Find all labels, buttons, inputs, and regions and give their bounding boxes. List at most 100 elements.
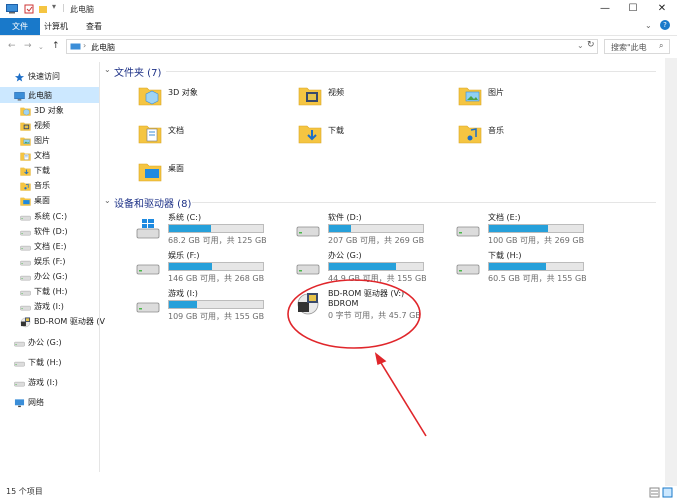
sidebar-item-label: 办公 (G:) xyxy=(28,338,62,347)
maximize-button[interactable]: ☐ xyxy=(618,0,648,18)
computer-icon xyxy=(14,91,25,101)
sidebar-item-label: 3D 对象 xyxy=(34,106,64,115)
sidebar-item[interactable]: 图片 xyxy=(20,134,50,148)
recent-dropdown-icon[interactable]: ⌄ xyxy=(38,43,44,51)
navigation-pane: 快速访问此电脑 3D 对象视频图片文档下载音乐桌面系统 (C:) 软件 (D:) 文档… xyxy=(0,62,105,472)
drive-icon xyxy=(20,257,31,266)
sidebar-item[interactable]: 音乐 xyxy=(20,179,50,193)
drive-icon xyxy=(20,227,31,236)
network-icon xyxy=(14,398,25,408)
details-view-icon[interactable] xyxy=(649,487,660,499)
quick-access-dropdown-icon[interactable]: ▾ xyxy=(52,2,56,11)
sidebar-item[interactable]: 软件 (D:) xyxy=(20,225,68,239)
drive-icon xyxy=(14,378,25,387)
sidebar-item[interactable]: 3D 对象 xyxy=(20,104,64,118)
status-bar: 15 个项目 xyxy=(0,486,677,500)
sidebar-item[interactable]: BD-ROM 驱动器 (V xyxy=(20,315,105,329)
sidebar-item[interactable]: 下载 (H:) xyxy=(20,285,68,299)
ribbon-expand-icon[interactable]: ⌄ xyxy=(645,21,652,30)
sidebar-item-label: 下载 (H:) xyxy=(34,287,68,296)
sidebar-item[interactable]: 游戏 (I:) xyxy=(14,376,58,390)
app-computer-icon xyxy=(6,4,18,16)
address-chevron-icon: › xyxy=(83,41,87,50)
title-separator: | xyxy=(62,3,65,12)
content-pane: ⌄ 文件夹 (7) 3D 对象 视频 图片 文档 下载 音乐 桌面 ⌄ 设备和驱动器 (8)… xyxy=(100,58,665,472)
back-arrow-icon[interactable]: ← xyxy=(8,41,16,51)
drive-icon xyxy=(20,212,31,221)
title-bar: ▾ | 此电脑 — ☐ ✕ xyxy=(0,0,677,18)
quick-access-properties-icon[interactable] xyxy=(24,4,34,16)
sidebar-item[interactable]: 视频 xyxy=(20,119,50,133)
sidebar-item[interactable]: 下载 (H:) xyxy=(14,356,62,370)
address-dropdown-icon[interactable]: ⌄ xyxy=(577,41,584,50)
sidebar-item[interactable]: 快速访问 xyxy=(14,70,60,84)
minimize-button[interactable]: — xyxy=(590,0,620,18)
star-icon xyxy=(14,72,25,82)
annotation-ellipse xyxy=(287,279,421,349)
sidebar-item-label: 文档 (E:) xyxy=(34,242,67,251)
sidebar-item[interactable]: 桌面 xyxy=(20,194,50,208)
document-icon xyxy=(20,151,31,161)
picture-icon xyxy=(20,136,31,146)
3d-objects-icon xyxy=(20,106,31,116)
download-icon xyxy=(20,166,31,176)
sidebar-item-label: 快速访问 xyxy=(28,72,60,81)
sidebar-item[interactable]: 游戏 (I:) xyxy=(20,300,64,314)
address-computer-icon xyxy=(70,43,81,53)
up-arrow-icon[interactable]: ↑ xyxy=(52,41,60,51)
tiles-view-icon[interactable] xyxy=(662,487,673,499)
sidebar-item[interactable]: 系统 (C:) xyxy=(20,210,67,224)
sidebar-item-label: 办公 (G:) xyxy=(34,272,68,281)
sidebar-item[interactable]: 办公 (G:) xyxy=(14,336,62,350)
sidebar-item-label: BD-ROM 驱动器 (V xyxy=(34,317,105,326)
tab-view[interactable]: 查看 xyxy=(78,18,110,35)
sidebar-item[interactable]: 文档 (E:) xyxy=(20,240,67,254)
quick-access-newfolder-icon[interactable] xyxy=(38,4,48,16)
tab-file[interactable]: 文件 xyxy=(0,18,40,35)
close-button[interactable]: ✕ xyxy=(647,0,677,18)
refresh-icon[interactable]: ↻ xyxy=(587,40,595,50)
sidebar-item-label: 文档 xyxy=(34,151,50,160)
address-input[interactable]: › 此电脑 ⌄ ↻ xyxy=(66,39,598,54)
sidebar-item-label: 娱乐 (F:) xyxy=(34,257,66,266)
music-icon xyxy=(20,181,31,191)
sidebar-item[interactable]: 下载 xyxy=(20,164,50,178)
bdrom-icon xyxy=(20,317,31,328)
sidebar-item[interactable]: 办公 (G:) xyxy=(20,270,68,284)
sidebar-item-label: 游戏 (I:) xyxy=(28,378,58,387)
item-count: 15 个项目 xyxy=(6,487,43,496)
sidebar-item[interactable]: 文档 xyxy=(20,149,50,163)
annotation-arrow-head xyxy=(374,352,387,366)
forward-arrow-icon[interactable]: → xyxy=(24,41,32,51)
video-icon xyxy=(20,121,31,131)
sidebar-item-label: 系统 (C:) xyxy=(34,212,68,221)
sidebar-item-label: 图片 xyxy=(34,136,50,145)
address-path: 此电脑 xyxy=(91,43,115,52)
sidebar-item-label: 此电脑 xyxy=(28,91,52,100)
tab-computer[interactable]: 计算机 xyxy=(36,18,76,35)
window-title: 此电脑 xyxy=(70,5,94,14)
help-icon[interactable]: ? xyxy=(660,20,670,30)
sidebar-item-label: 下载 (H:) xyxy=(28,358,62,367)
annotation-overlay xyxy=(287,279,427,437)
sidebar-item[interactable]: 此电脑 xyxy=(14,89,52,103)
drive-icon xyxy=(20,272,31,281)
address-bar-row: ← → ⌄ ↑ › 此电脑 ⌄ ↻ 搜索"此电 ⌕ xyxy=(0,36,677,58)
desktop-icon xyxy=(20,196,31,206)
search-placeholder: 搜索"此电 xyxy=(611,43,647,52)
annotation-arrow-line xyxy=(377,357,427,437)
sidebar-item-label: 软件 (D:) xyxy=(34,227,68,236)
sidebar-item-label: 桌面 xyxy=(34,196,50,205)
drive-icon xyxy=(20,242,31,251)
vertical-scrollbar[interactable] xyxy=(665,58,677,486)
sidebar-item-label: 下载 xyxy=(34,166,50,175)
drive-icon xyxy=(20,287,31,296)
sidebar-item[interactable]: 娱乐 (F:) xyxy=(20,255,65,269)
sidebar-item-label: 视频 xyxy=(34,121,50,130)
drive-icon xyxy=(14,338,25,347)
search-input[interactable]: 搜索"此电 ⌕ xyxy=(604,39,670,54)
sidebar-item-label: 网络 xyxy=(28,398,44,407)
sidebar-item-label: 音乐 xyxy=(34,181,50,190)
sidebar-item[interactable]: 网络 xyxy=(14,396,44,410)
drive-icon xyxy=(14,358,25,367)
